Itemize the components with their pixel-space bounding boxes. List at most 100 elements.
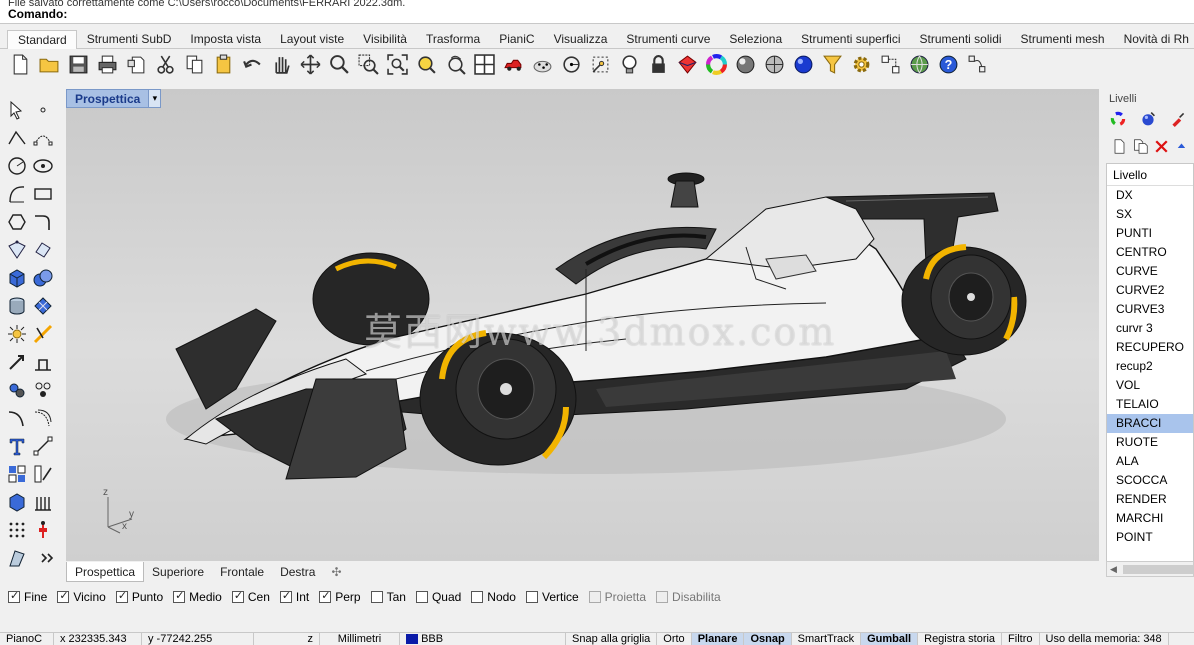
layer-row[interactable]: MARCHI <box>1107 509 1193 528</box>
tab-layout-viste[interactable]: Layout viste <box>270 30 353 49</box>
scroll-left-icon[interactable]: ◀ <box>1110 564 1117 575</box>
array-icon[interactable] <box>4 461 30 486</box>
circle-dot-icon[interactable] <box>557 52 586 77</box>
viewport-title[interactable]: Prospettica <box>67 92 148 106</box>
tab-pianic[interactable]: PianiC <box>489 30 543 49</box>
scrollbar-thumb[interactable] <box>1123 565 1193 574</box>
rectangle-icon[interactable] <box>30 181 56 206</box>
undo-icon[interactable] <box>238 52 267 77</box>
circle-icon[interactable] <box>4 153 30 178</box>
block-icon[interactable] <box>30 377 56 402</box>
gear-icon[interactable] <box>847 52 876 77</box>
command-line[interactable]: Comando: <box>0 6 1194 24</box>
scale-icon[interactable] <box>30 349 56 374</box>
extrude-surface-icon[interactable] <box>30 237 56 262</box>
osnap-checkbox[interactable] <box>231 589 244 603</box>
perspective-viewport[interactable]: 莫西网www.3dmox.com z x y Prospettica ▾ <box>66 89 1099 561</box>
osnap-tan[interactable]: Tan <box>370 590 406 604</box>
more-tools-icon[interactable] <box>34 545 60 570</box>
viewport-tab-superiore[interactable]: Superiore <box>144 562 212 582</box>
layer-row[interactable]: TELAIO <box>1107 395 1193 414</box>
osnap-checkbox[interactable] <box>370 591 383 603</box>
layer-row[interactable]: BRACCI <box>1107 414 1193 433</box>
layer-row[interactable]: PUNTI <box>1107 224 1193 243</box>
osnap-checkbox[interactable] <box>415 591 428 603</box>
status-osnap[interactable]: Osnap <box>744 633 792 645</box>
status-units[interactable]: Millimetri <box>320 633 400 645</box>
layer-row[interactable]: CURVE3 <box>1107 300 1193 319</box>
osnap-quad[interactable]: Quad <box>415 590 461 604</box>
osnap-perp[interactable]: Perp <box>319 589 361 604</box>
move-icon[interactable] <box>4 349 30 374</box>
osnap-vicino[interactable]: Vicino <box>57 589 106 604</box>
layer-row[interactable]: CURVE <box>1107 262 1193 281</box>
render-sphere-icon[interactable] <box>731 52 760 77</box>
tab-trasforma[interactable]: Trasforma <box>416 30 489 49</box>
tab-novita[interactable]: Novità di Rh <box>1114 30 1194 49</box>
cylinder-icon[interactable] <box>4 293 30 318</box>
zoom-window-icon[interactable] <box>354 52 383 77</box>
viewport-tab-frontale[interactable]: Frontale <box>212 562 272 582</box>
osnap-nodo[interactable]: Nodo <box>471 590 516 604</box>
viewport-menu-arrow-icon[interactable]: ▾ <box>148 90 161 107</box>
status-planar[interactable]: Planare <box>691 633 745 645</box>
brush-icon[interactable] <box>1170 111 1186 127</box>
osnap-checkbox[interactable] <box>525 591 538 603</box>
osnap-checkbox[interactable] <box>588 591 601 603</box>
ellipse-icon[interactable] <box>30 153 56 178</box>
curve-from-object-icon[interactable] <box>4 545 30 570</box>
new-sublayer-icon[interactable] <box>1133 139 1148 154</box>
open-folder-icon[interactable] <box>35 52 64 77</box>
color-wheel-icon[interactable] <box>1110 111 1126 127</box>
paste-icon[interactable] <box>209 52 238 77</box>
grid-lines-icon[interactable] <box>30 489 56 514</box>
osnap-punto[interactable]: Punto <box>115 589 163 604</box>
gumball-icon[interactable] <box>30 517 56 542</box>
analyze-icon[interactable] <box>963 52 992 77</box>
color-wheel-icon[interactable] <box>702 52 731 77</box>
status-record-history[interactable]: Registra storia <box>918 633 1003 645</box>
viewport-tab-prospettica[interactable]: Prospettica <box>66 562 145 582</box>
dimension-icon[interactable] <box>30 433 56 458</box>
layer-row[interactable]: DX <box>1107 186 1193 205</box>
material-sphere-icon[interactable] <box>1140 111 1156 127</box>
fillet-curve-icon[interactable] <box>30 209 56 234</box>
status-cplane[interactable]: PianoC <box>0 633 54 645</box>
import-icon[interactable] <box>122 52 151 77</box>
surface-points-icon[interactable] <box>4 237 30 262</box>
arc-icon[interactable] <box>4 181 30 206</box>
osnap-proietta[interactable]: Proietta <box>588 590 646 604</box>
mesh-icon[interactable] <box>30 293 56 318</box>
tab-standard[interactable]: Standard <box>7 30 77 49</box>
tab-strumenti-solidi[interactable]: Strumenti solidi <box>910 30 1011 49</box>
layer-row[interactable]: recup2 <box>1107 357 1193 376</box>
pan-hand-icon[interactable] <box>267 52 296 77</box>
polygon-icon[interactable] <box>4 209 30 234</box>
filter-icon[interactable] <box>818 52 847 77</box>
delete-layer-icon[interactable] <box>1154 139 1169 154</box>
four-viewports-icon[interactable] <box>470 52 499 77</box>
help-icon[interactable]: ? <box>934 52 963 77</box>
box-solid-icon[interactable] <box>4 265 30 290</box>
text-icon[interactable] <box>4 433 30 458</box>
layer-row[interactable]: CENTRO <box>1107 243 1193 262</box>
layer-row[interactable]: SCOCCA <box>1107 471 1193 490</box>
align-icon[interactable] <box>30 461 56 486</box>
status-filter[interactable]: Filtro <box>1002 633 1040 645</box>
status-ortho[interactable]: Orto <box>657 633 692 645</box>
status-smarttrack[interactable]: SmartTrack <box>792 633 862 645</box>
tab-strumenti-curve[interactable]: Strumenti curve <box>616 30 719 49</box>
material-icon[interactable] <box>673 52 702 77</box>
osnap-disabilita[interactable]: Disabilita <box>656 590 721 604</box>
osnap-cen[interactable]: Cen <box>231 589 270 604</box>
layer-row[interactable]: CURVE2 <box>1107 281 1193 300</box>
osnap-checkbox[interactable] <box>8 589 20 603</box>
explode-icon[interactable] <box>4 321 30 346</box>
add-viewport-icon[interactable]: ✣ <box>323 562 349 582</box>
lock-icon[interactable] <box>644 52 673 77</box>
new-layer-icon[interactable] <box>1112 139 1127 154</box>
car-icon[interactable] <box>499 52 528 77</box>
cut-icon[interactable] <box>151 52 180 77</box>
layer-row[interactable]: VOL <box>1107 376 1193 395</box>
layer-row[interactable]: SX <box>1107 205 1193 224</box>
